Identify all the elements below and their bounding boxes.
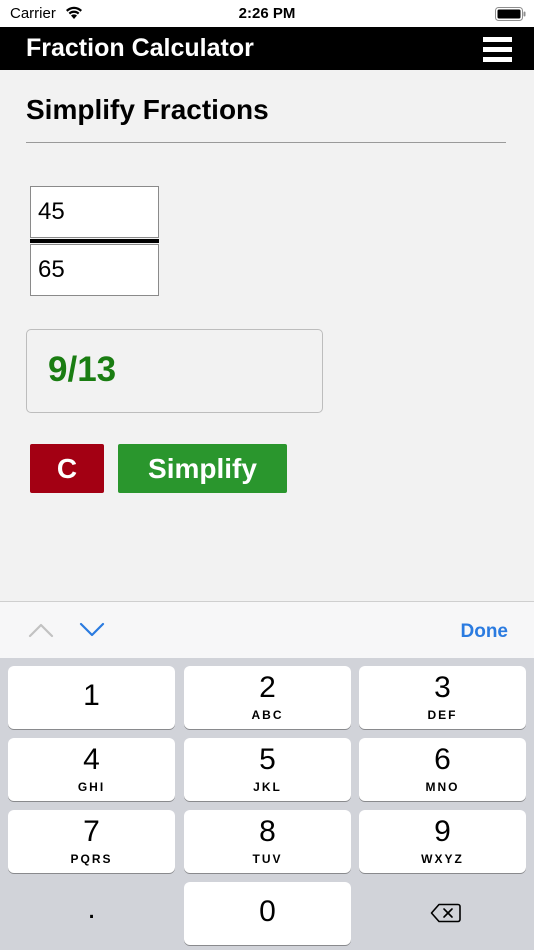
app-header: Fraction Calculator xyxy=(0,27,534,70)
key-digit: 6 xyxy=(434,743,451,776)
fraction-bar xyxy=(30,239,159,243)
key-digit: 5 xyxy=(259,743,276,776)
key-0[interactable]: 0 xyxy=(184,882,351,945)
key-digit: 8 xyxy=(259,815,276,848)
numeric-keypad: 1 2 ABC 3 DEF 4 GHI 5 JKL 6 MNO 7 PQRS 8… xyxy=(0,658,534,950)
key-8[interactable]: 8 TUV xyxy=(184,810,351,873)
title-divider xyxy=(26,142,506,143)
chevron-up-icon[interactable] xyxy=(28,622,54,638)
chevron-down-icon[interactable] xyxy=(79,622,105,638)
done-button[interactable]: Done xyxy=(461,621,509,643)
key-7[interactable]: 7 PQRS xyxy=(8,810,175,873)
key-digit: 0 xyxy=(259,895,276,928)
key-digit: 3 xyxy=(434,671,451,704)
backspace-icon xyxy=(430,903,461,923)
key-digit: 4 xyxy=(83,743,100,776)
clock-time: 2:26 PM xyxy=(238,5,296,22)
hamburger-menu-icon[interactable] xyxy=(480,35,514,63)
key-digit: 1 xyxy=(83,679,100,712)
delete-key[interactable] xyxy=(359,882,526,945)
key-5[interactable]: 5 JKL xyxy=(184,738,351,801)
key-digit: 9 xyxy=(434,815,451,848)
key-letters: ABC xyxy=(251,708,284,722)
result-box: 9/13 xyxy=(26,329,323,413)
clear-button[interactable]: C xyxy=(30,444,104,493)
key-2[interactable]: 2 ABC xyxy=(184,666,351,729)
key-letters: PQRS xyxy=(70,852,113,866)
denominator-input[interactable] xyxy=(30,244,159,296)
key-letters: TUV xyxy=(252,852,283,866)
key-decimal[interactable]: . xyxy=(8,882,175,945)
key-digit: 7 xyxy=(83,815,100,848)
status-bar: Carrier 2:26 PM xyxy=(0,0,534,27)
keyboard-accessory-bar: Done xyxy=(0,601,534,658)
key-1[interactable]: 1 xyxy=(8,666,175,729)
result-value: 9/13 xyxy=(48,350,117,389)
numerator-input[interactable] xyxy=(30,186,159,238)
key-letters: WXYZ xyxy=(421,852,464,866)
key-4[interactable]: 4 GHI xyxy=(8,738,175,801)
key-3[interactable]: 3 DEF xyxy=(359,666,526,729)
simplify-button[interactable]: Simplify xyxy=(118,444,287,493)
key-letters: GHI xyxy=(77,780,106,794)
battery-icon xyxy=(495,7,526,21)
page-title: Simplify Fractions xyxy=(26,94,269,125)
key-letters: JKL xyxy=(253,780,282,794)
app-title: Fraction Calculator xyxy=(26,34,254,62)
key-9[interactable]: 9 WXYZ xyxy=(359,810,526,873)
key-letters: MNO xyxy=(425,780,460,794)
key-digit: . xyxy=(87,892,96,925)
main-content: Simplify Fractions 9/13 C Simplify xyxy=(0,70,534,601)
key-letters: DEF xyxy=(427,708,458,722)
key-digit: 2 xyxy=(259,671,276,704)
key-6[interactable]: 6 MNO xyxy=(359,738,526,801)
